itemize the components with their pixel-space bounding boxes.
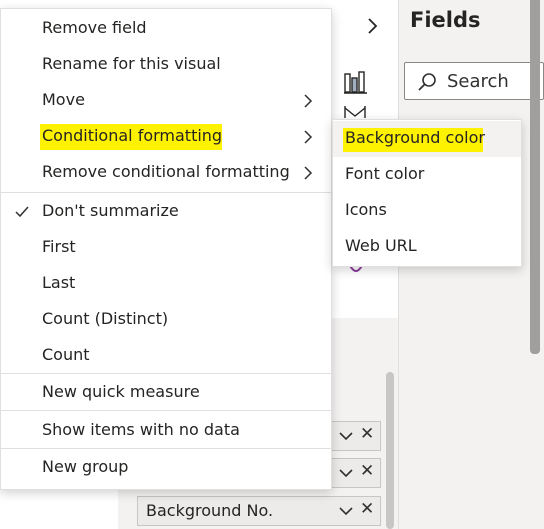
submenu-item-label: Font color (345, 164, 425, 183)
menu-item-label: Rename for this visual (42, 54, 221, 73)
viz-pane-scrollbar[interactable] (386, 372, 394, 529)
checkmark-icon (15, 206, 29, 218)
menu-item-count[interactable]: Count (1, 338, 331, 374)
menu-item-dont-summarize[interactable]: Don't summarize (1, 194, 331, 230)
menu-item-label: Don't summarize (42, 201, 179, 220)
menu-divider (1, 192, 331, 193)
stacked-bar-chart-icon[interactable] (343, 70, 369, 96)
conditional-formatting-submenu: Background color Font color Icons Web UR… (332, 119, 522, 267)
menu-item-remove-conditional-formatting[interactable]: Remove conditional formatting (1, 155, 331, 191)
fields-pane-title: Fields (410, 8, 481, 32)
submenu-item-label: Background color (345, 128, 485, 147)
chevron-down-icon[interactable] (336, 501, 356, 521)
chevron-right-icon (304, 130, 313, 144)
menu-item-label: Remove conditional formatting (42, 162, 290, 181)
menu-divider (1, 448, 331, 449)
menu-divider (1, 410, 331, 411)
search-placeholder: Search (447, 71, 509, 92)
close-icon[interactable]: ✕ (360, 424, 374, 444)
ribbon-chart-icon[interactable] (343, 104, 369, 120)
chevron-right-icon[interactable] (360, 12, 384, 40)
menu-item-label: Show items with no data (42, 420, 240, 439)
menu-item-remove-field[interactable]: Remove field (1, 11, 331, 47)
menu-item-label: New group (42, 457, 129, 476)
chevron-down-icon[interactable] (336, 426, 356, 446)
menu-item-move[interactable]: Move (1, 83, 331, 119)
field-context-menu: Remove field Rename for this visual Move… (0, 8, 332, 490)
menu-item-label: New quick measure (42, 382, 200, 401)
menu-item-new-quick-measure[interactable]: New quick measure (1, 375, 331, 411)
menu-item-count-distinct[interactable]: Count (Distinct) (1, 302, 331, 338)
menu-item-label: Count (Distinct) (42, 309, 169, 328)
chevron-right-icon (304, 94, 313, 108)
menu-item-label: Conditional formatting (42, 126, 223, 145)
menu-item-new-group[interactable]: New group (1, 450, 331, 486)
menu-item-conditional-formatting[interactable]: Conditional formatting (1, 119, 331, 155)
close-icon[interactable]: ✕ (360, 461, 374, 481)
search-icon (418, 73, 436, 91)
menu-item-show-items-no-data[interactable]: Show items with no data (1, 413, 331, 449)
submenu-item-icons[interactable]: Icons (333, 193, 521, 229)
field-well-item[interactable]: Background No. ✕ (137, 496, 381, 526)
submenu-item-web-url[interactable]: Web URL (333, 229, 521, 265)
chevron-right-icon (304, 166, 313, 180)
submenu-item-font-color[interactable]: Font color (333, 157, 521, 193)
menu-item-label: Remove field (42, 18, 147, 37)
menu-item-label: Count (42, 345, 90, 364)
fields-search-input[interactable]: Search (404, 62, 544, 100)
close-icon[interactable]: ✕ (360, 499, 374, 519)
fields-pane-scrollbar[interactable] (530, 0, 540, 354)
menu-item-last[interactable]: Last (1, 266, 331, 302)
menu-item-label: Last (42, 273, 76, 292)
submenu-item-background-color[interactable]: Background color (333, 121, 521, 157)
chevron-down-icon[interactable] (336, 463, 356, 483)
menu-item-first[interactable]: First (1, 230, 331, 266)
menu-item-label: First (42, 237, 76, 256)
field-well-label: Background No. (146, 501, 274, 520)
submenu-item-label: Icons (345, 200, 387, 219)
menu-divider (1, 373, 331, 374)
menu-item-rename[interactable]: Rename for this visual (1, 47, 331, 83)
submenu-item-label: Web URL (345, 236, 417, 255)
menu-item-label: Move (42, 90, 85, 109)
